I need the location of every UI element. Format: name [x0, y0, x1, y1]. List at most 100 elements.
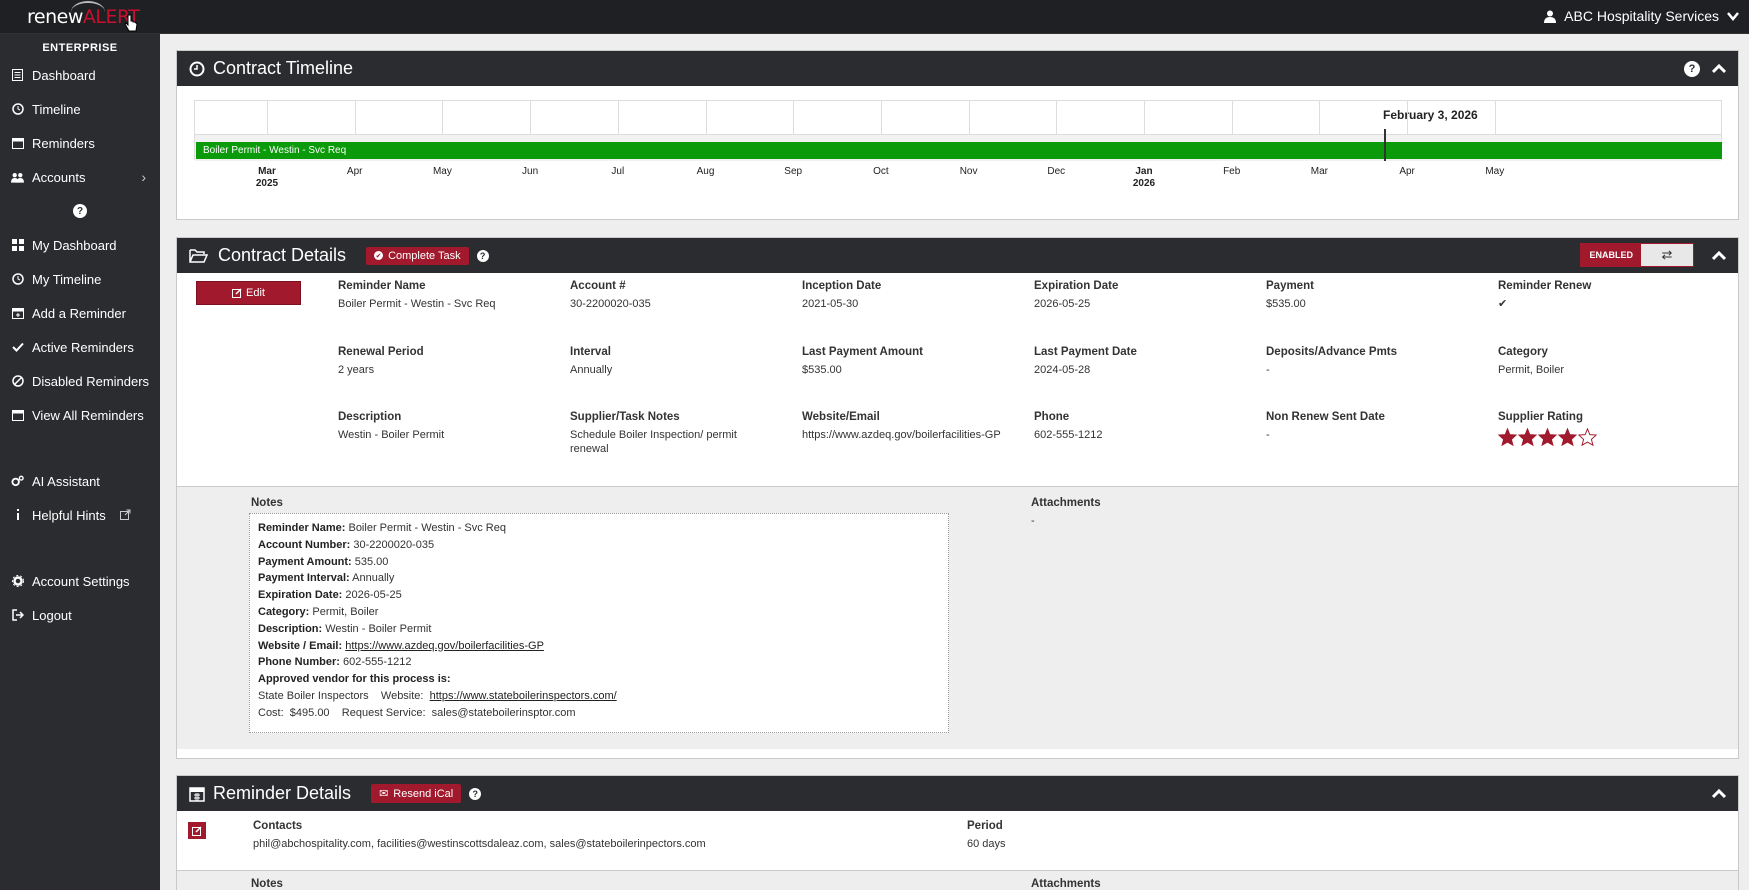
collapse-icon[interactable] [1712, 788, 1726, 799]
contract-timeline-panel: Contract Timeline ? Boiler Permit - West… [176, 50, 1739, 220]
sidebar-item-helpful-hints[interactable]: Helpful Hints [0, 498, 160, 532]
timeline-month-label: May [1485, 166, 1505, 177]
timeline-month-label: Jul [611, 166, 625, 177]
panel-title: Contract Timeline [213, 58, 354, 78]
sidebar-help[interactable]: ? [0, 194, 160, 228]
timeline-month-label: Dec [1047, 166, 1066, 177]
collapse-icon[interactable] [1712, 250, 1726, 261]
sidebar-item-my-timeline[interactable]: My Timeline [0, 262, 160, 296]
timeline-gridline [793, 101, 795, 134]
star-filled-icon[interactable] [1498, 428, 1517, 446]
contract-details-panel: Contract Details ✔ Complete Task ? ENABLE… [176, 237, 1739, 759]
star-filled-icon[interactable] [1558, 428, 1577, 446]
sidebar-item-logout[interactable]: Logout [0, 598, 160, 632]
edit-icon [192, 825, 202, 836]
gear-icon [11, 575, 24, 588]
timeline-month-label: Jun [522, 166, 539, 177]
details-grid: Edit Reminder Name Boiler Permit - Westin… [177, 273, 1738, 487]
field-website: Website/Email https://www.azdeq.gov/boile… [802, 411, 1001, 441]
check-circle-icon: ✔ [374, 251, 384, 260]
timeline-chart: Boiler Permit - Westin - Svc Req Februar… [177, 86, 1738, 219]
sidebar-item-my-dashboard[interactable]: My Dashboard [0, 228, 160, 262]
users-icon [11, 171, 24, 184]
field-payment: Payment $535.00 [1266, 280, 1314, 310]
help-icon[interactable]: ? [469, 787, 482, 800]
clock-icon [11, 273, 24, 286]
star-rating[interactable] [1498, 428, 1708, 446]
timeline-month-label: Oct [873, 166, 889, 177]
website-link[interactable]: https://www.azdeq.gov/boilerfacilities-G… [345, 640, 544, 652]
timeline-month-label: Apr [346, 166, 363, 177]
help-icon[interactable]: ? [476, 249, 489, 262]
user-menu[interactable]: ABC Hospitality Services [1544, 8, 1739, 24]
field-supplier-rating: Supplier Rating [1498, 411, 1708, 446]
timeline-gridline [1231, 101, 1233, 134]
reminder-details-panel: Reminder Details ✉ Resend iCal ? Contacts… [176, 775, 1739, 890]
sidebar-item-active-reminders[interactable]: Active Reminders [0, 330, 160, 364]
timeline-gridline [1407, 101, 1409, 134]
today-label: February 3, 2026 [1383, 108, 1478, 122]
field-supplier-notes: Supplier/Task Notes Schedule Boiler Inspe… [570, 411, 737, 455]
dashboard-icon [11, 69, 24, 82]
field-interval: Interval Annually [570, 346, 613, 376]
vendor-link[interactable]: https://www.stateboilerinspectors.com/ [430, 690, 617, 702]
check-icon: ✔ [1498, 298, 1508, 310]
star-filled-icon[interactable] [1538, 428, 1557, 446]
info-icon [11, 509, 24, 522]
help-icon[interactable]: ? [1684, 60, 1700, 77]
edit-reminder-button[interactable] [188, 822, 206, 839]
field-account: Account #30-2200020-035 [570, 280, 651, 310]
tier-label: ENTERPRISE [42, 42, 118, 54]
timeline-month-label: Feb [1223, 166, 1241, 177]
field-reminder-name: Reminder Name Boiler Permit - Westin - Sv… [338, 280, 496, 310]
timeline-gridline [1056, 101, 1058, 134]
calendar-icon [11, 409, 24, 422]
edit-icon [232, 288, 242, 298]
hand-cursor-icon [124, 14, 138, 32]
field-category: Category Permit, Boiler [1498, 346, 1565, 376]
sidebar-item-dashboard[interactable]: Dashboard [0, 58, 160, 92]
sidebar-item-add-reminder[interactable]: Add a Reminder [0, 296, 160, 330]
timeline-bar[interactable]: Boiler Permit - Westin - Svc Req [196, 142, 1722, 159]
timeline-month-label: Jan 2026 [1132, 166, 1156, 189]
sidebar-item-timeline[interactable]: Timeline [0, 92, 160, 126]
field-renewal-period: Renewal Period 2 years [338, 346, 424, 376]
star-filled-icon[interactable] [1518, 428, 1537, 446]
timeline-gridline [617, 101, 619, 134]
panel-title: Contract Details [218, 245, 347, 265]
timeline-gridline [1144, 101, 1145, 134]
renewalert-logo[interactable]: renew ALERT [27, 1, 140, 30]
resend-ical-button[interactable]: ✉ Resend iCal [371, 784, 462, 803]
ban-icon [11, 375, 24, 388]
timeline-month-label: May [432, 166, 452, 177]
sidebar-item-account-settings[interactable]: Account Settings [0, 564, 160, 598]
user-name: ABC Hospitality Services [1564, 8, 1719, 24]
field-contacts: Contacts phil@abchospitality.com, facilit… [253, 820, 706, 850]
sidebar-item-view-all-reminders[interactable]: View All Reminders [0, 398, 160, 432]
logout-icon [11, 609, 24, 622]
sidebar-item-disabled-reminders[interactable]: Disabled Reminders [0, 364, 160, 398]
notes-section: Notes Reminder Name: Boiler Permit - Wes… [177, 487, 1738, 749]
chevron-down-icon [1727, 11, 1739, 21]
external-link-icon [119, 508, 131, 523]
field-last-payment-amount: Last Payment Amount $535.00 [802, 346, 923, 376]
field-non-renew-date: Non Renew Sent Date - [1266, 411, 1385, 441]
enabled-toggle[interactable]: ENABLED ⇄ [1580, 243, 1694, 267]
timeline-gridline [968, 101, 970, 134]
timeline-month-label: Sep [784, 166, 803, 177]
clock-icon [189, 61, 205, 76]
field-reminder-renew: Reminder Renew ✔ [1498, 280, 1708, 311]
sidebar-item-reminders[interactable]: Reminders [0, 126, 160, 160]
sidebar-item-ai-assistant[interactable]: AI Assistant [0, 464, 160, 498]
edit-button[interactable]: Edit [196, 281, 301, 305]
timeline-gridline [267, 101, 268, 134]
star-empty-icon[interactable] [1578, 428, 1597, 446]
grid-icon [11, 239, 24, 252]
timeline-month-label: Apr [1399, 166, 1415, 177]
sidebar-item-accounts[interactable]: Accounts › [0, 160, 160, 194]
timeline-gridline [442, 101, 444, 134]
complete-task-button[interactable]: ✔ Complete Task [366, 246, 469, 265]
sidebar: ENTERPRISE Dashboard Timeline Reminders … [0, 34, 160, 890]
field-period: Period 60 days [967, 820, 1006, 850]
collapse-icon[interactable] [1712, 63, 1726, 74]
